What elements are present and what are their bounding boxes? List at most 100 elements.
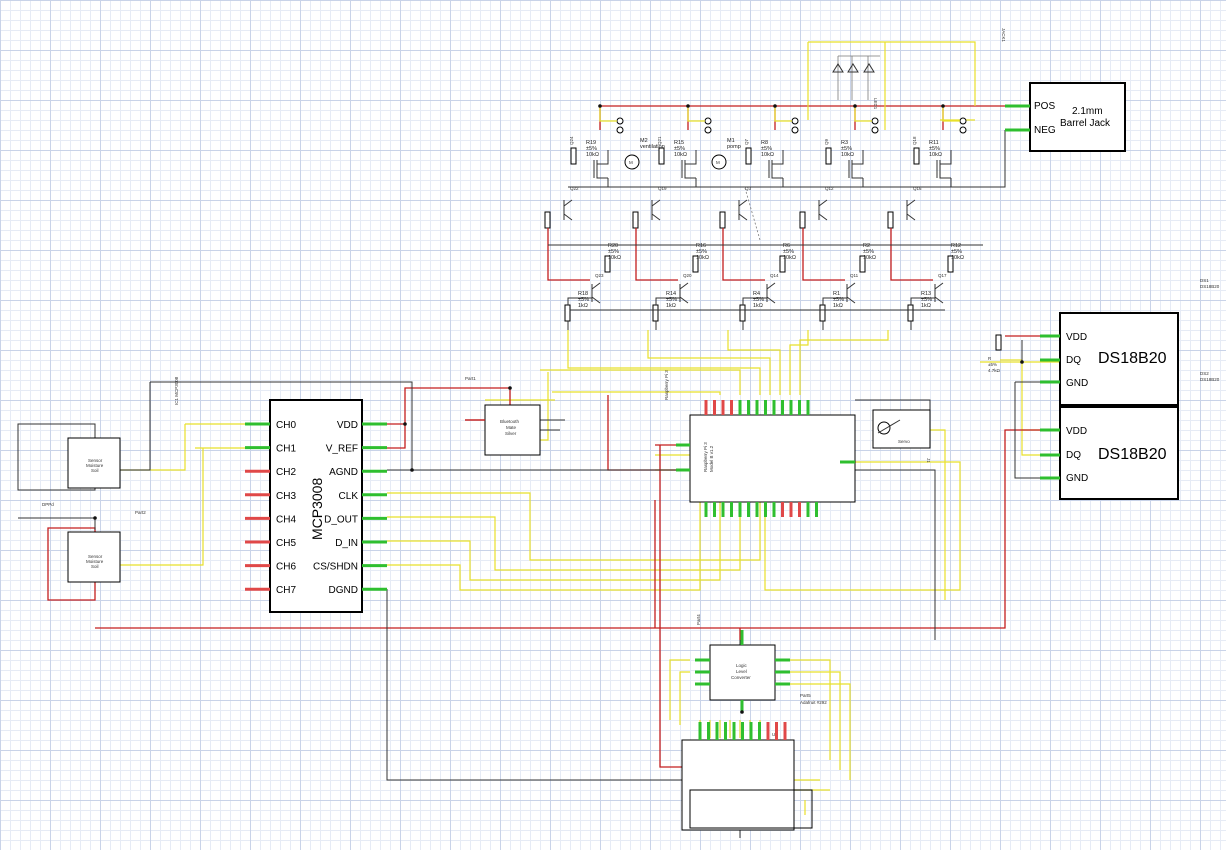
mcp3008-pin-label: CH1 — [276, 444, 296, 455]
terminal-icon[interactable] — [959, 117, 967, 125]
npn-transistor-icon — [846, 282, 856, 304]
low-resistor-val: 1kΩ — [666, 303, 676, 309]
terminal-icon[interactable] — [791, 117, 799, 125]
npn-transistor-icon — [591, 282, 601, 304]
mid-resistor-val: 10kΩ — [696, 255, 709, 261]
terminal-icon[interactable] — [959, 126, 967, 134]
resistor-icon — [739, 304, 746, 322]
llc-line-1: Logic — [736, 663, 748, 668]
led-cluster: LED1 — [832, 63, 878, 110]
low-resistor-val: 1kΩ — [753, 303, 763, 309]
mcp3008-chip[interactable]: IC1 MCP3008 MCP3008 CH0 CH1 CH2 CH3 CH4 CH5 CH… — [174, 376, 387, 613]
servo-motor[interactable]: Servo J1 — [872, 409, 931, 463]
barrel-jack-ref-label: JACK1 — [1001, 28, 1006, 43]
transistor-icon — [818, 199, 828, 221]
npn-label: Q23 — [595, 273, 604, 278]
mcp3008-pin-label: AGND — [329, 467, 358, 478]
mcp3008-ref-label: IC1 MCP3008 — [174, 376, 179, 405]
mcp3008-pin-label: CS/SHDN — [313, 562, 358, 573]
npn-label: Q11 — [850, 273, 859, 278]
part5-label-1: Part5 — [800, 693, 811, 698]
wire — [802, 228, 845, 281]
mid-resistor-val: 10kΩ — [608, 255, 621, 261]
barrel-jack[interactable]: POS NEG 2.1mm Barrel Jack JACK1 — [1001, 28, 1126, 152]
terminal-icon[interactable] — [616, 126, 624, 134]
ds2-label-1: DS2 — [1200, 371, 1209, 376]
resistor-icon — [658, 147, 665, 165]
low-resistor-val: 1kΩ — [833, 303, 843, 309]
resistor-icon — [652, 304, 659, 322]
barrel-jack-title-1: 2.1mm — [1072, 106, 1103, 117]
mosfet-side-label: Q24 — [569, 136, 574, 145]
mcp3008-pin-label: CH0 — [276, 420, 296, 431]
ds1-name: DS18B20 — [1098, 350, 1167, 367]
mosfet-side-label: Q7 — [744, 138, 749, 145]
mosfet-label: Q16 — [913, 186, 922, 191]
transistor-icon — [738, 199, 748, 221]
mid-resistor-val: 10kΩ — [951, 255, 964, 261]
wire — [942, 106, 960, 122]
mcp3008-pin-label: CH7 — [276, 585, 296, 596]
mcp3008-pin-label: VDD — [337, 420, 358, 431]
servo-name: Servo — [898, 439, 910, 444]
barrel-jack-title-2: Barrel Jack — [1060, 118, 1111, 129]
sensor-2-label: Part2 — [135, 510, 146, 515]
mid-resistor-val: 10kΩ — [783, 255, 796, 261]
low-resistor-val: 1kΩ — [921, 303, 931, 309]
mosfet-label: Q19 — [658, 186, 667, 191]
wire — [854, 106, 872, 122]
transistor-icon — [906, 199, 916, 221]
npn-transistor-icon — [934, 282, 944, 304]
ds18b20-sensor-1[interactable]: DS18B20 VDD DQ GND DS1 DS18B20 — [1040, 278, 1220, 406]
schematic-canvas: POS NEG 2.1mm Barrel Jack JACK1 LED1 R19… — [17, 28, 1220, 838]
mcp3008-pin-label: D_IN — [335, 538, 358, 549]
llc-ref-label: Part4 — [696, 614, 701, 625]
mosfet-side-label: Q18 — [912, 136, 917, 145]
resistor-icon — [745, 147, 752, 165]
terminal-icon[interactable] — [616, 117, 624, 125]
driver-channel-4: R3±5%10kΩQ12Q9R2±5%10kΩQ11R1±5%1kΩ — [799, 106, 895, 330]
transistor-icon — [651, 199, 661, 221]
upper-resistor-val: 10kΩ — [586, 152, 599, 158]
mcp3008-pin-label: D_OUT — [324, 514, 358, 525]
resistor-icon — [887, 211, 894, 229]
terminal-icon[interactable] — [871, 126, 879, 134]
mcp3008-pin-label: CH4 — [276, 514, 296, 525]
sensor-moisture-2[interactable]: Sensor Moisture Soil Part2 — [67, 510, 146, 583]
terminal-icon[interactable] — [704, 117, 712, 125]
terminal-icon[interactable] — [704, 126, 712, 134]
mcp3008-pin-label: CH3 — [276, 491, 296, 502]
raspberry-line-2: Model B v1.2 — [709, 445, 714, 472]
ds1-pin-gnd: GND — [1066, 378, 1088, 389]
wire — [890, 228, 933, 281]
bluetooth-line-3: Silver — [505, 431, 517, 436]
motor-m1[interactable]: M M1 pomp — [711, 138, 741, 170]
ds18b20-pullup-resistor: R ±5% 4.7kΩ — [988, 334, 1002, 373]
svg-text:M: M — [629, 160, 633, 165]
resistor-icon — [632, 211, 639, 229]
terminal-icon[interactable] — [871, 117, 879, 125]
bluetooth-line-2: Mate — [506, 425, 517, 430]
pullup-id: R — [988, 356, 992, 361]
mcp3008-pin-label: CH2 — [276, 467, 296, 478]
resistor-icon — [570, 147, 577, 165]
ds1-pin-dq: DQ — [1066, 355, 1081, 366]
terminal-icon[interactable] — [791, 126, 799, 134]
mcp3008-pin-label: CH6 — [276, 562, 296, 573]
npn-label: Q14 — [770, 273, 779, 278]
raspberry-ref-label: Raspberry Pi 3 — [664, 370, 669, 400]
motor-m2-name: ventilation — [640, 144, 665, 150]
barrel-jack-pos-label: POS — [1034, 101, 1055, 112]
mosfet-label: Q22 — [570, 186, 579, 191]
resistor-icon — [913, 147, 920, 165]
sensor-moisture-1[interactable]: Sensor Moisture Soil DPPd — [42, 437, 121, 507]
ds2-pin-vdd: VDD — [1066, 426, 1087, 437]
wire — [774, 106, 792, 122]
pullup-tol: ±5% — [988, 362, 997, 367]
wire — [687, 106, 705, 122]
resistor-icon — [564, 304, 571, 322]
resistor-icon — [825, 147, 832, 165]
resistor-icon — [799, 211, 806, 229]
mosfet-label: Q12 — [825, 186, 834, 191]
dashed-link — [744, 187, 761, 241]
